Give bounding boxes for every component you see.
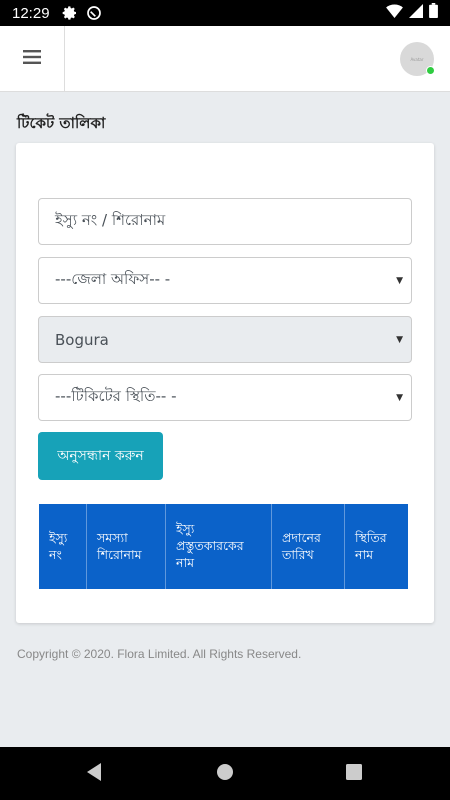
avatar-label: Avatar [410,56,424,62]
ticket-status-value: ---টিকিটের স্থিতি-- - [55,387,177,405]
wifi-icon [386,4,403,23]
chevron-down-icon: ▼ [396,334,403,345]
location-select[interactable]: Bogura ▼ [38,316,412,363]
ticket-table-header: ইস্যু নং সমস্যা শিরোনাম ইস্যু প্রস্তুতকা… [39,504,411,589]
battery-icon [429,3,438,23]
settings-icon [62,5,78,21]
district-office-select[interactable]: ---জেলা অফিস-- - ▼ [38,257,412,304]
signal-icon [409,3,423,23]
avatar[interactable]: Avatar [400,42,435,76]
menu-button[interactable] [0,25,65,92]
table-header-issue-no[interactable]: ইস্যু নং [39,504,87,589]
table-header-problem-title[interactable]: সমস্যা শিরোনাম [87,504,166,589]
back-icon[interactable] [85,762,103,782]
hamburger-icon [23,49,41,68]
search-card: ইস্যু নং / শিরোনাম ---জেলা অফিস-- - ▼ Bo… [16,143,434,623]
chevron-down-icon: ▼ [396,275,403,286]
district-office-value: ---জেলা অফিস-- - [55,270,171,288]
android-nav-bar [0,747,450,800]
status-time: 12:29 [12,4,50,22]
chevron-down-icon: ▼ [396,392,403,403]
no-disturb-icon [86,5,102,21]
table-header-issuer-name[interactable]: ইস্যু প্রস্তুতকারকের নাম [166,504,272,589]
app-header: Avatar [0,25,450,92]
ticket-status-select[interactable]: ---টিকিটের স্থিতি-- - ▼ [38,374,412,421]
status-bar: 12:29 [0,0,450,26]
issue-search-placeholder: ইস্যু নং / শিরোনাম [55,211,166,229]
recents-icon[interactable] [346,764,362,780]
search-button[interactable]: অনুসন্ধান করুন [38,432,163,480]
copyright-text: Copyright © 2020. Flora Limited. All Rig… [17,647,302,661]
issue-search-input[interactable]: ইস্যু নং / শিরোনাম [38,198,412,245]
page-title: টিকেট তালিকা [17,114,106,132]
table-header-status[interactable]: স্থিতির নাম [345,504,408,589]
home-icon[interactable] [216,763,234,781]
table-header-date[interactable]: প্রদানের তারিখ [272,504,345,589]
online-status-dot [426,66,435,75]
location-value: Bogura [55,330,109,349]
